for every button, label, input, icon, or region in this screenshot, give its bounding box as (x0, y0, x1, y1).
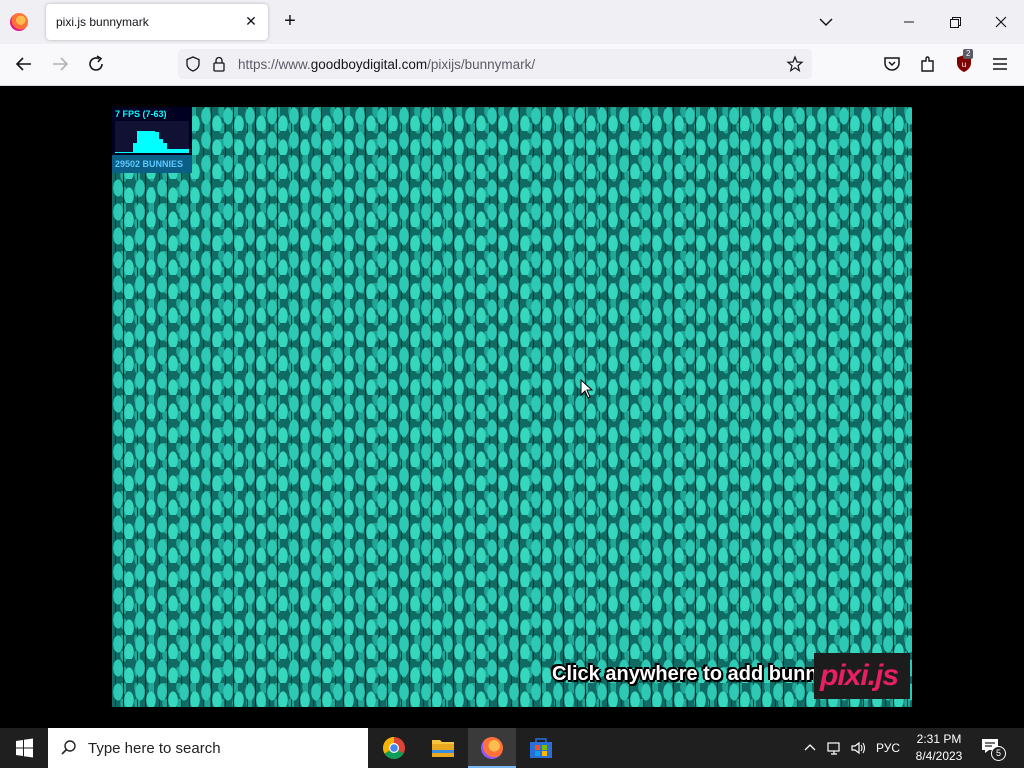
url-host: goodboydigital.com (310, 57, 428, 72)
mouse-cursor-icon (580, 379, 594, 399)
close-tab-icon[interactable]: ✕ (242, 12, 260, 30)
new-tab-icon[interactable]: + (280, 11, 300, 31)
menu-icon[interactable] (988, 52, 1012, 76)
restore-icon[interactable] (932, 0, 978, 44)
search-icon (61, 740, 76, 755)
bunny-count-bar: 29502 BUNNIES (112, 155, 192, 173)
shield-icon[interactable] (184, 55, 202, 73)
url-scheme: https://www. (238, 57, 311, 72)
close-window-icon[interactable] (978, 0, 1024, 44)
network-icon[interactable] (826, 740, 844, 756)
notification-count: 5 (991, 746, 1006, 761)
extension-badge: 2 (963, 49, 974, 59)
bunnymark-canvas[interactable]: 7 FPS (7-63) 29502 BUNNIES Click anywher… (112, 107, 912, 707)
language-indicator[interactable]: РУС (876, 741, 900, 755)
fps-label: 7 FPS (7-63) (115, 109, 167, 119)
search-placeholder: Type here to search (88, 740, 221, 757)
lock-icon[interactable] (210, 55, 228, 73)
volume-icon[interactable] (850, 740, 868, 756)
chevron-down-icon[interactable] (816, 12, 836, 32)
back-arrow-icon[interactable] (12, 52, 36, 76)
pixi-logo-text: pixi.js (820, 659, 899, 692)
svg-text:u: u (962, 60, 966, 69)
pixi-logo[interactable]: pixi.js (814, 653, 910, 699)
chevron-up-icon[interactable] (802, 740, 818, 756)
forward-arrow-icon[interactable] (48, 52, 72, 76)
fps-graph (115, 121, 189, 153)
clock-time: 2:31 PM (916, 732, 962, 746)
stats-panel: 7 FPS (7-63) 29502 BUNNIES (112, 107, 192, 173)
taskbar-firefox[interactable] (468, 728, 516, 768)
pocket-icon[interactable] (880, 52, 904, 76)
chrome-icon[interactable] (370, 728, 418, 768)
url-path: /pixijs/bunnymark/ (427, 57, 536, 72)
file-explorer-icon[interactable] (419, 728, 467, 768)
ublock-icon[interactable]: u 2 (952, 49, 976, 76)
clock[interactable]: 2:31 PM 8/4/2023 (906, 731, 972, 765)
microsoft-store-icon[interactable] (517, 728, 565, 768)
taskbar: Type here to search РУС 2:31 PM 8/4/2023 (0, 728, 1024, 768)
nav-toolbar: https://www.goodboydigital.com/pixijs/bu… (0, 44, 1024, 86)
url-text[interactable]: https://www.goodboydigital.com/pixijs/bu… (238, 57, 535, 72)
minimize-icon[interactable] (886, 0, 932, 44)
tab-title: pixi.js bunnymark (56, 15, 149, 29)
extensions-icon[interactable] (916, 52, 940, 76)
firefox-taskbar-icon (481, 737, 503, 759)
reload-icon[interactable] (84, 52, 108, 76)
bunny-count-label: 29502 BUNNIES (115, 159, 184, 169)
taskbar-search-box[interactable]: Type here to search (48, 728, 368, 768)
bookmark-star-icon[interactable] (786, 55, 804, 73)
windows-start-icon[interactable] (0, 728, 48, 768)
click-message: Click anywhere to add bunnies! (552, 663, 853, 685)
tab-strip: pixi.js bunnymark ✕ + (0, 0, 1024, 44)
url-bar[interactable]: https://www.goodboydigital.com/pixijs/bu… (178, 49, 812, 79)
notifications-button[interactable]: 5 (980, 737, 1006, 761)
clock-date: 8/4/2023 (915, 749, 963, 763)
tab-bunnymark[interactable]: pixi.js bunnymark ✕ (46, 4, 268, 40)
firefox-icon[interactable] (10, 13, 28, 31)
